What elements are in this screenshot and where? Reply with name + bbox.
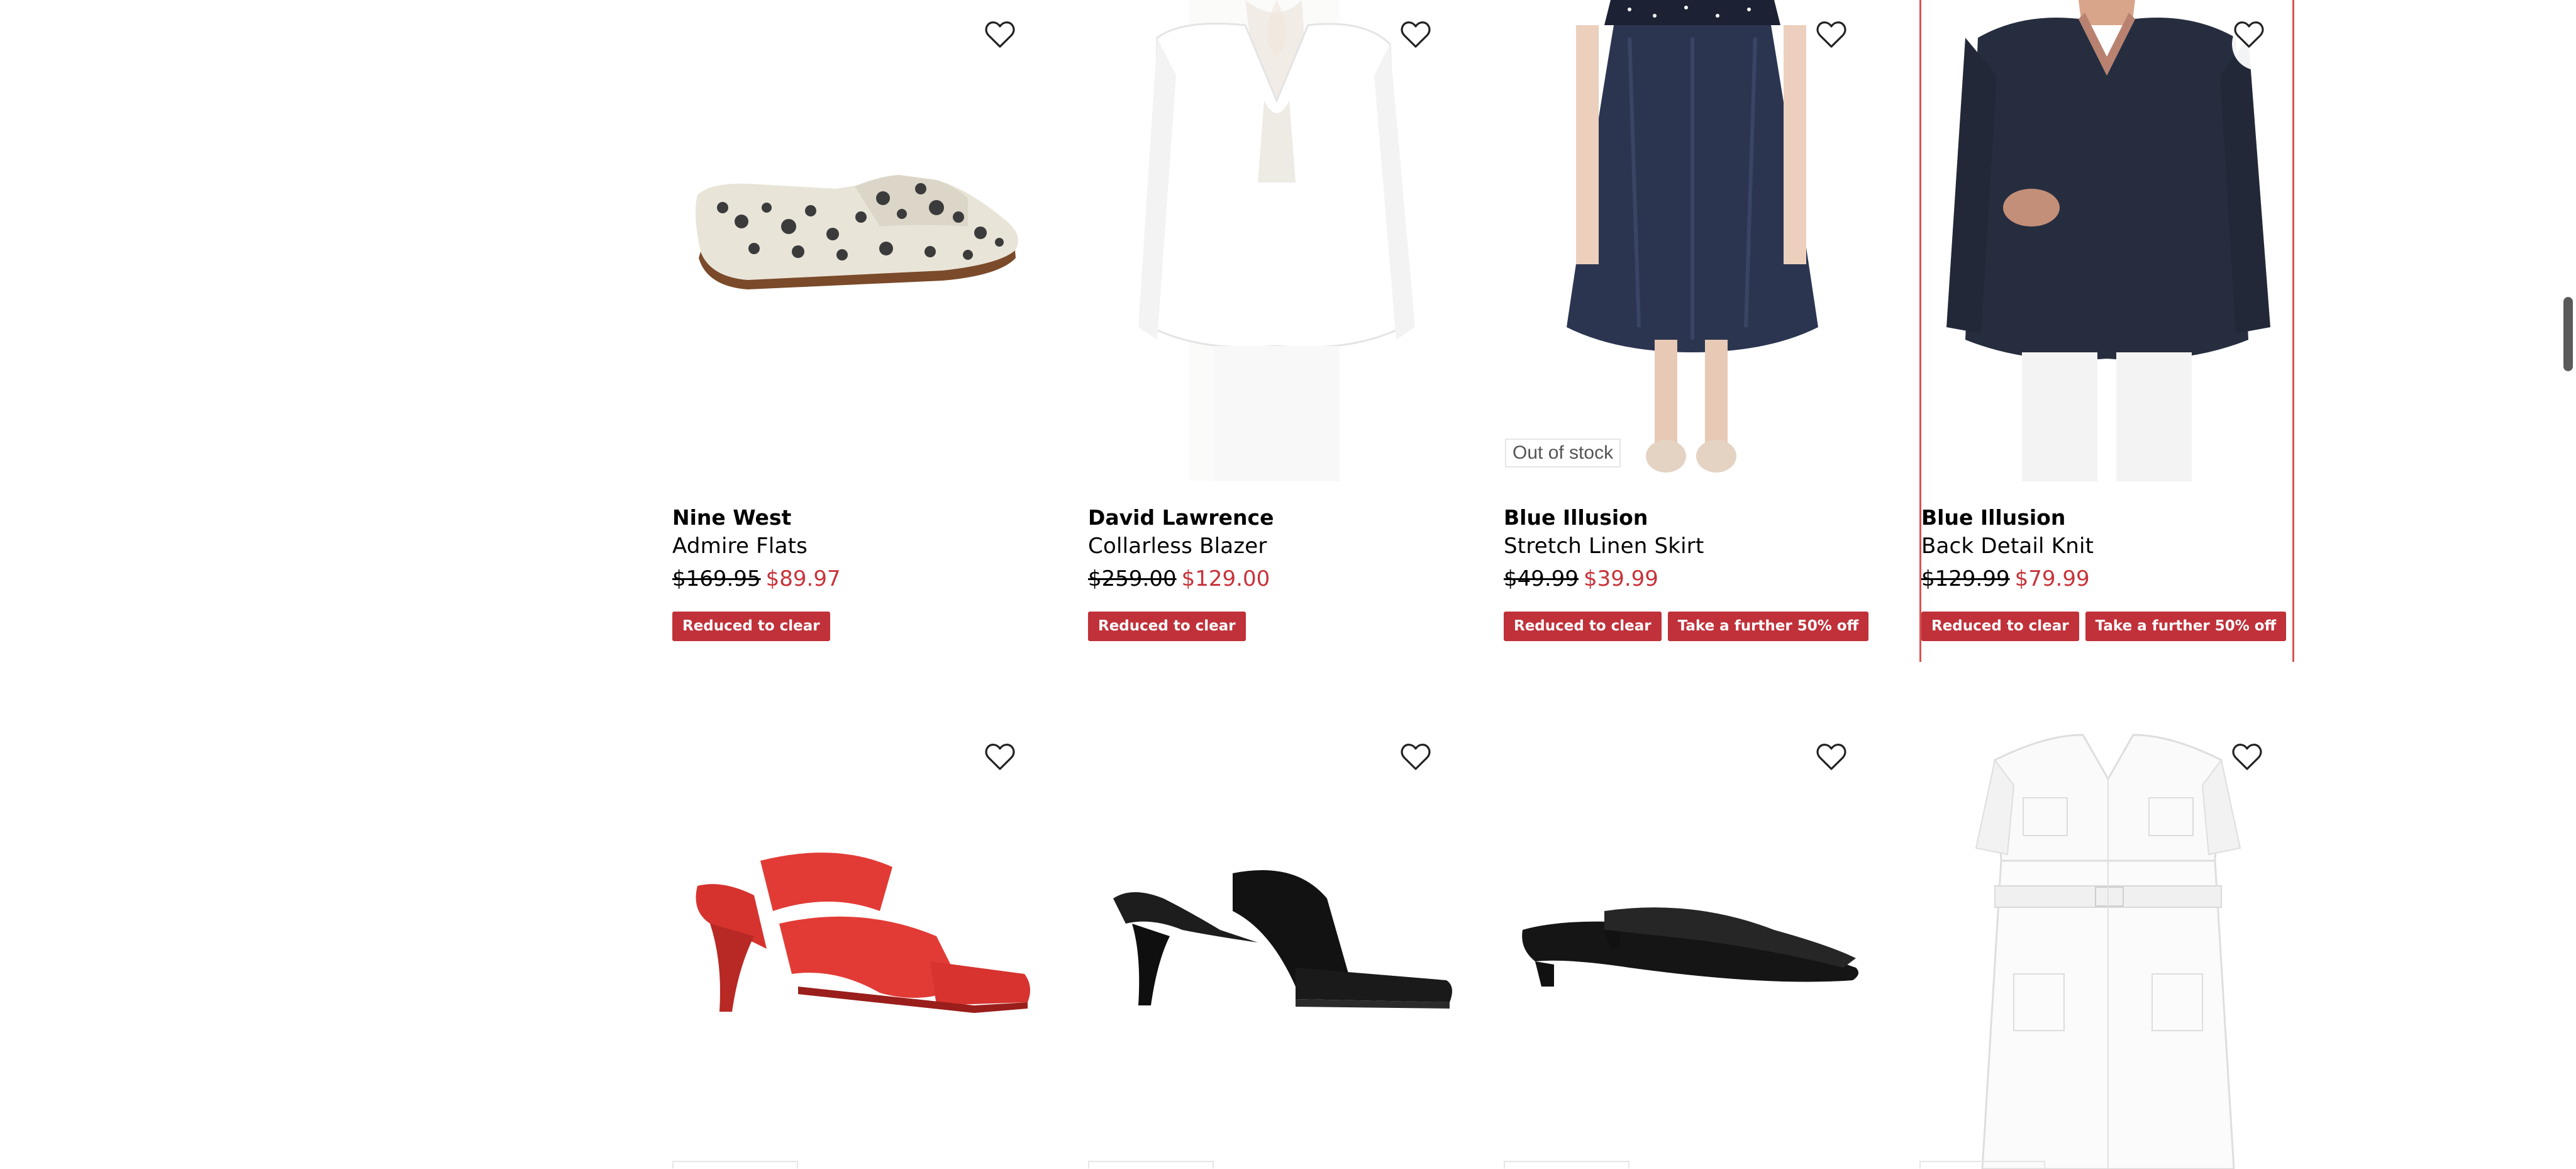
- wishlist-button[interactable]: [2232, 18, 2285, 70]
- promo-tag: Take a further 50% off: [2085, 612, 2287, 641]
- product-card[interactable]: David Lawrence Collarless Blazer $259.00…: [1088, 0, 1463, 662]
- sale-price: $79.99: [2014, 566, 2090, 591]
- wishlist-button[interactable]: [1814, 18, 1867, 70]
- heart-outline-icon: [1401, 744, 1431, 770]
- promo-tag: Reduced to clear: [1921, 612, 2079, 641]
- product-card[interactable]: [1919, 722, 2294, 1169]
- product-name[interactable]: Back Detail Knit: [1921, 531, 2296, 561]
- product-prices: $49.99 $39.99: [1504, 561, 1879, 596]
- vertical-scrollbar[interactable]: [2560, 0, 2576, 1169]
- promo-tags: Reduced to clear: [672, 612, 1047, 641]
- wishlist-button[interactable]: [983, 18, 1036, 70]
- out-of-stock-badge: Out of stock: [1505, 439, 1621, 467]
- promo-tags: Reduced to clear: [1088, 612, 1463, 641]
- sale-price: $89.97: [765, 566, 841, 591]
- promo-tag: Reduced to clear: [672, 612, 830, 641]
- original-price: $169.95: [672, 566, 761, 591]
- product-card[interactable]: [672, 722, 1047, 1169]
- product-image-white-linen-dress[interactable]: [1919, 722, 2294, 1169]
- product-info: Nine West Admire Flats $169.95 $89.97 Red…: [672, 505, 1047, 641]
- heart-outline-icon: [1816, 744, 1846, 770]
- product-image-white-blazer[interactable]: [1088, 0, 1463, 481]
- product-grid-page: Nine West Admire Flats $169.95 $89.97 Red…: [0, 0, 2576, 1169]
- scrollbar-thumb[interactable]: [2563, 297, 2573, 371]
- promo-tag: Take a further 50% off: [1667, 612, 1869, 641]
- original-price: $259.00: [1088, 566, 1177, 591]
- wishlist-button[interactable]: [1399, 740, 1452, 793]
- product-card[interactable]: [1088, 722, 1463, 1169]
- heart-outline-icon: [2234, 21, 2264, 48]
- promo-tags: Reduced to clear Take a further 50% off: [1504, 612, 1879, 641]
- product-brand[interactable]: Blue Illusion: [1504, 505, 1879, 531]
- sale-price: $39.99: [1583, 566, 1658, 591]
- product-card[interactable]: Out of stock Blue Illusion Stretch Linen…: [1504, 0, 1879, 662]
- product-info: Blue Illusion Back Detail Knit $129.99 $7…: [1921, 505, 2296, 641]
- wishlist-button[interactable]: [1814, 740, 1867, 793]
- original-price: $129.99: [1921, 566, 2010, 591]
- image-badge-stub: [1504, 1161, 1629, 1168]
- promo-tag: Reduced to clear: [1504, 612, 1662, 641]
- heart-outline-icon: [1816, 21, 1846, 48]
- product-image-navy-knit-top[interactable]: [1921, 0, 2296, 481]
- original-price: $49.99: [1504, 566, 1579, 591]
- product-prices: $169.95 $89.97: [672, 561, 1047, 596]
- promo-tag: Reduced to clear: [1088, 612, 1246, 641]
- heart-outline-icon: [2232, 744, 2262, 770]
- product-prices: $129.99 $79.99: [1921, 561, 2296, 596]
- product-image-black-mule-heel[interactable]: [1088, 722, 1463, 1169]
- product-image-red-mule-heel[interactable]: [672, 722, 1047, 1169]
- product-info: Blue Illusion Stretch Linen Skirt $49.99…: [1504, 505, 1879, 641]
- promo-tags: Reduced to clear Take a further 50% off: [1921, 612, 2296, 641]
- product-name[interactable]: Stretch Linen Skirt: [1504, 531, 1879, 561]
- heart-outline-icon: [985, 744, 1015, 770]
- wishlist-button[interactable]: [983, 740, 1036, 793]
- product-brand[interactable]: Blue Illusion: [1921, 505, 2296, 531]
- product-name[interactable]: Admire Flats: [672, 531, 1047, 561]
- product-card[interactable]: [1504, 722, 1879, 1169]
- product-image-black-kitten-mule[interactable]: [1504, 722, 1879, 1169]
- product-image-snakeskin-loafer[interactable]: [672, 0, 1047, 481]
- product-image-navy-linen-skirt[interactable]: Out of stock: [1504, 0, 1879, 481]
- heart-outline-icon: [985, 21, 1015, 48]
- product-card[interactable]: Blue Illusion Back Detail Knit $129.99 $7…: [1919, 0, 2294, 662]
- product-prices: $259.00 $129.00: [1088, 561, 1463, 596]
- image-badge-stub: [1919, 1161, 2045, 1168]
- product-brand[interactable]: David Lawrence: [1088, 505, 1463, 531]
- product-card[interactable]: Nine West Admire Flats $169.95 $89.97 Red…: [672, 0, 1047, 662]
- wishlist-button[interactable]: [1399, 18, 1452, 70]
- product-info: David Lawrence Collarless Blazer $259.00…: [1088, 505, 1463, 641]
- wishlist-button[interactable]: [2230, 740, 2283, 793]
- image-badge-stub: [1088, 1161, 1214, 1168]
- product-name[interactable]: Collarless Blazer: [1088, 531, 1463, 561]
- product-brand[interactable]: Nine West: [672, 505, 1047, 531]
- sale-price: $129.00: [1181, 566, 1270, 591]
- image-badge-stub: [672, 1161, 798, 1168]
- heart-outline-icon: [1401, 21, 1431, 48]
